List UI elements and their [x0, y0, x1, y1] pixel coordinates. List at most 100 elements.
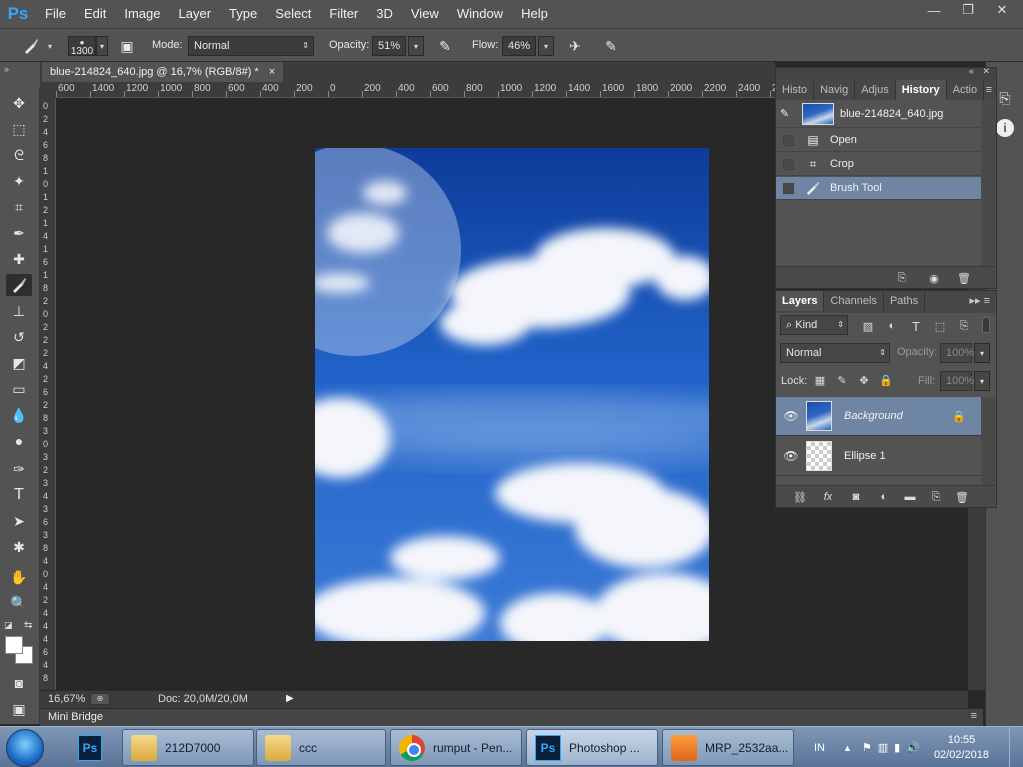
action-center-flag-icon[interactable]: ⚑	[862, 741, 872, 754]
filter-pixel-layers-icon[interactable]: ▧	[860, 318, 876, 334]
lock-transparent-pixels-icon[interactable]: ▦	[812, 372, 828, 388]
clock[interactable]: 10:55 02/02/2018	[934, 733, 989, 763]
brush-size-picker[interactable]: ● 1300	[68, 36, 96, 57]
history-panel-menu-icon[interactable]: ≡	[986, 80, 996, 100]
layer-row-background[interactable]: 👁 Background 🔒	[776, 397, 982, 436]
blend-mode-select[interactable]: Normal ⇕	[780, 343, 890, 363]
layer-opacity-arrow-icon[interactable]: ▾	[974, 343, 990, 363]
swap-colors-icon[interactable]: ⇆	[24, 620, 32, 631]
history-source-checkbox[interactable]	[783, 182, 794, 194]
history-source-brush-icon[interactable]: ✎	[780, 107, 798, 120]
close-button[interactable]: ✕	[985, 0, 1019, 20]
menu-help[interactable]: Help	[512, 0, 557, 28]
document-tab[interactable]: blue-214824_640.jpg @ 16,7% (RGB/8#) * ×	[42, 62, 284, 82]
history-step-open[interactable]: ▤ Open	[776, 129, 982, 152]
lock-image-pixels-icon[interactable]: ✎	[834, 372, 850, 388]
show-desktop-button[interactable]	[1009, 727, 1023, 767]
layer-name[interactable]: Ellipse 1	[844, 450, 886, 462]
menu-view[interactable]: View	[402, 0, 448, 28]
collapse-tools-icon[interactable]: »	[4, 64, 9, 74]
windows-start-button[interactable]	[6, 729, 44, 767]
fill-arrow-icon[interactable]: ▾	[974, 371, 990, 391]
filter-adjustment-layers-icon[interactable]: ◐	[884, 318, 900, 334]
menu-3d[interactable]: 3D	[367, 0, 402, 28]
mini-bridge-tab[interactable]: Mini Bridge	[48, 711, 103, 723]
quick-mask-icon[interactable]: ◙	[6, 672, 32, 694]
taskbar-pinned-photoshop[interactable]: Ps	[70, 729, 110, 766]
eyedropper-tool-icon[interactable]: ✒	[6, 222, 32, 244]
document-canvas[interactable]	[315, 148, 709, 641]
new-group-icon[interactable]: ▬	[902, 489, 918, 505]
tab-adjustments[interactable]: Adjus	[855, 80, 896, 100]
menu-file[interactable]: File	[36, 0, 75, 28]
menu-filter[interactable]: Filter	[320, 0, 367, 28]
history-source-checkbox[interactable]	[783, 158, 794, 170]
pressure-size-icon[interactable]: ✎	[600, 35, 622, 57]
healing-brush-tool-icon[interactable]: ✚	[6, 248, 32, 270]
magic-wand-tool-icon[interactable]: ✦	[6, 170, 32, 192]
zoom-level[interactable]: 16,67%	[48, 693, 85, 705]
power-icon[interactable]: ▮	[894, 741, 900, 754]
restore-button[interactable]: ❐	[951, 0, 985, 20]
network-icon[interactable]: ▥	[878, 741, 888, 754]
show-hidden-icons-icon[interactable]: ▲	[843, 743, 852, 753]
fill-input[interactable]: 100%	[940, 371, 974, 391]
taskbar-task-mrp[interactable]: MRP_2532aa...	[662, 729, 794, 766]
close-panel-icon[interactable]: ✕	[982, 66, 990, 77]
eraser-tool-icon[interactable]: ◩	[6, 352, 32, 374]
link-layers-icon[interactable]: ⛓	[792, 489, 808, 505]
crop-tool-icon[interactable]: ⌗	[6, 196, 32, 218]
delete-state-icon[interactable]: 🗑	[956, 270, 972, 286]
screen-mode-icon[interactable]: ▣	[6, 698, 32, 720]
layer-visibility-eye-icon[interactable]: 👁	[776, 409, 806, 423]
pen-tool-icon[interactable]: ✑	[6, 458, 32, 480]
history-scrollbar[interactable]	[981, 100, 996, 268]
brush-panel-toggle-icon[interactable]: ▣	[116, 35, 138, 57]
layer-opacity-input[interactable]: 100%	[940, 343, 974, 363]
menu-type[interactable]: Type	[220, 0, 266, 28]
tab-paths[interactable]: Paths	[884, 291, 926, 311]
tool-preset-arrow-icon[interactable]: ▾	[44, 36, 56, 56]
menu-layer[interactable]: Layer	[170, 0, 221, 28]
minimize-button[interactable]: —	[917, 0, 951, 20]
layers-panel-menu-icon[interactable]: ▸▸ ≡	[969, 291, 996, 313]
new-adjustment-layer-icon[interactable]: ◐	[876, 489, 892, 505]
gradient-tool-icon[interactable]: ▭	[6, 378, 32, 400]
lock-all-icon[interactable]: 🔒	[878, 372, 894, 388]
flow-input[interactable]: 46%	[502, 36, 536, 56]
layers-scrollbar[interactable]	[981, 397, 996, 485]
opacity-input[interactable]: 51%	[372, 36, 406, 56]
taskbar-task-chrome[interactable]: rumput - Pen...	[390, 729, 522, 766]
info-panel-icon[interactable]: i	[995, 118, 1015, 138]
status-share-icon[interactable]: ⊕	[90, 693, 110, 705]
airbrush-icon[interactable]: ✈	[564, 35, 586, 57]
mode-select[interactable]: Normal ⇕	[188, 36, 314, 56]
brush-preset-icon[interactable]	[20, 35, 42, 57]
default-colors-icon[interactable]: ◪	[4, 620, 13, 631]
flow-arrow-icon[interactable]: ▾	[538, 36, 554, 56]
dodge-tool-icon[interactable]: ●	[6, 430, 32, 452]
taskbar-task-folder-212d7000[interactable]: 212D7000	[122, 729, 254, 766]
history-source-checkbox[interactable]	[783, 134, 794, 146]
tab-actions[interactable]: Actio	[947, 80, 985, 100]
clone-stamp-tool-icon[interactable]: ⊥	[6, 300, 32, 322]
properties-panel-icon[interactable]: ⎘	[995, 88, 1015, 108]
menu-select[interactable]: Select	[266, 0, 320, 28]
ruler-origin[interactable]	[40, 82, 56, 98]
tab-channels[interactable]: Channels	[824, 291, 884, 311]
type-tool-icon[interactable]: T	[6, 484, 32, 506]
layer-lock-icon[interactable]: 🔒	[952, 410, 966, 423]
add-mask-icon[interactable]: ◙	[848, 489, 864, 505]
layer-filter-kind-select[interactable]: ⌕ Kind ⇕	[780, 315, 848, 335]
custom-shape-tool-icon[interactable]: ✱	[6, 536, 32, 558]
filter-smart-objects-icon[interactable]: ⎘	[956, 318, 972, 334]
new-snapshot-icon[interactable]: ◉	[926, 270, 942, 286]
move-tool-icon[interactable]: ✥	[6, 92, 32, 114]
document-tab-close-icon[interactable]: ×	[269, 62, 275, 82]
menu-window[interactable]: Window	[448, 0, 512, 28]
delete-layer-icon[interactable]: 🗑	[954, 489, 970, 505]
opacity-arrow-icon[interactable]: ▾	[408, 36, 424, 56]
tab-history[interactable]: History	[895, 80, 947, 100]
new-document-from-state-icon[interactable]: ⎘	[894, 270, 910, 286]
history-panel-titlebar[interactable]: « ✕	[776, 66, 996, 80]
